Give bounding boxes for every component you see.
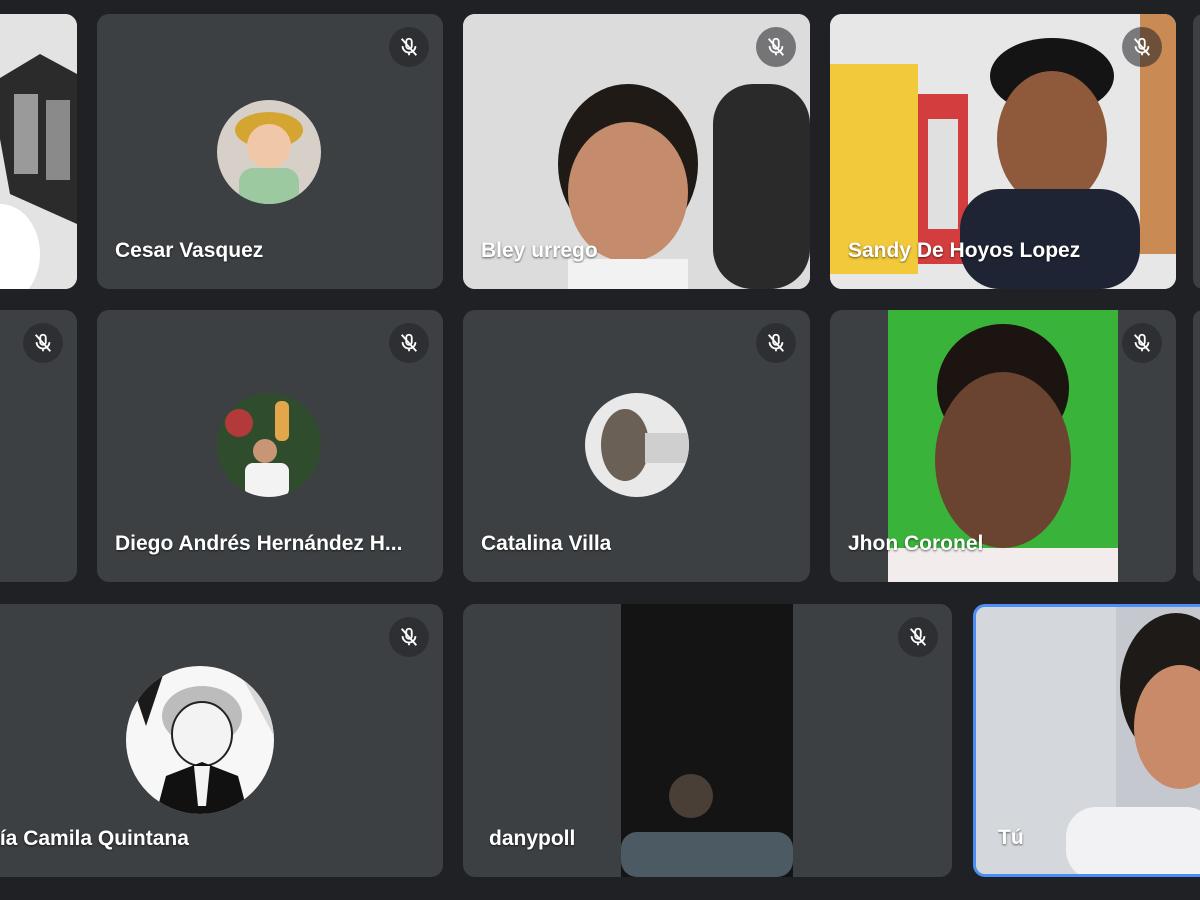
avatar bbox=[217, 393, 321, 497]
participant-tile[interactable] bbox=[1193, 310, 1200, 582]
participant-tile[interactable] bbox=[1193, 14, 1200, 289]
participant-name: aría Camila Quintana bbox=[0, 827, 189, 850]
mic-off-icon bbox=[898, 617, 938, 657]
participant-name: Diego Andrés Hernández H... bbox=[115, 532, 403, 555]
participant-tile[interactable]: Diego Andrés Hernández H... bbox=[97, 310, 443, 582]
participant-tile[interactable]: Catalina Villa bbox=[463, 310, 810, 582]
participant-tile[interactable]: danypoll bbox=[463, 604, 952, 877]
mic-off-icon bbox=[1122, 27, 1162, 67]
participant-name: Sandy De Hoyos Lopez bbox=[848, 239, 1081, 262]
mic-off-icon bbox=[389, 617, 429, 657]
participant-name: Cesar Vasquez bbox=[115, 239, 264, 262]
participant-name: Jhon Coronel bbox=[848, 532, 984, 555]
participant-tile[interactable]: Cesar Vasquez bbox=[97, 14, 443, 289]
mic-off-icon bbox=[389, 27, 429, 67]
mic-off-icon bbox=[389, 323, 429, 363]
participant-tile[interactable]: Bley urrego bbox=[463, 14, 810, 289]
mic-off-icon bbox=[23, 323, 63, 363]
participant-name: danypoll bbox=[489, 827, 576, 850]
avatar bbox=[585, 393, 689, 497]
participant-tile[interactable] bbox=[0, 14, 77, 289]
mic-off-icon bbox=[756, 27, 796, 67]
participant-video bbox=[0, 14, 77, 289]
participant-tile[interactable]: aría Camila Quintana bbox=[0, 604, 443, 877]
participant-video bbox=[621, 604, 793, 877]
participant-name: Catalina Villa bbox=[481, 532, 612, 555]
participant-tile[interactable] bbox=[0, 310, 77, 582]
participant-name: Bley urrego bbox=[481, 239, 598, 262]
participant-tile-self[interactable]: Tú bbox=[973, 604, 1200, 877]
avatar bbox=[126, 666, 274, 814]
mic-off-icon bbox=[756, 323, 796, 363]
mic-off-icon bbox=[1122, 323, 1162, 363]
participant-tile[interactable]: Jhon Coronel bbox=[830, 310, 1176, 582]
participant-tile[interactable]: Sandy De Hoyos Lopez bbox=[830, 14, 1176, 289]
avatar bbox=[217, 100, 321, 204]
participant-name: Tú bbox=[998, 826, 1024, 849]
